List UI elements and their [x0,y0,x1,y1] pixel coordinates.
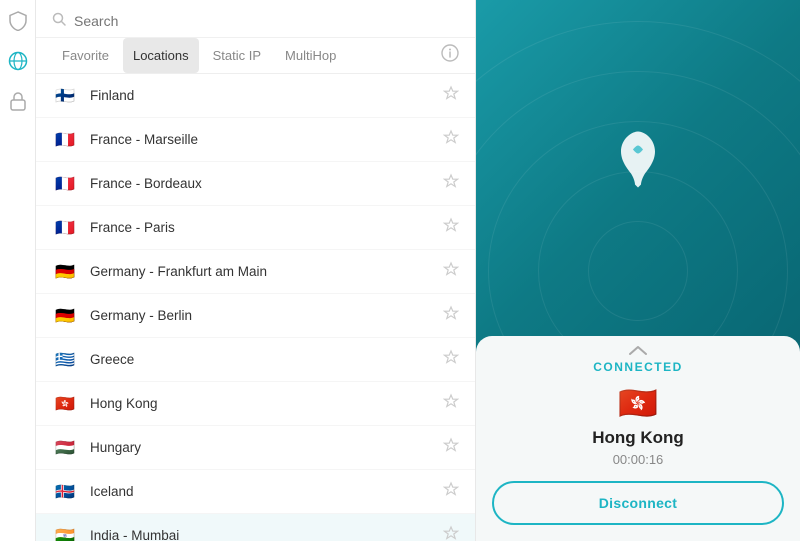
list-item[interactable]: 🇬🇷 Greece [36,338,475,382]
flag-icon: 🇩🇪 [52,263,78,281]
location-name: Iceland [90,484,443,499]
location-name: Hong Kong [90,396,443,411]
globe-icon[interactable] [7,50,29,72]
list-item[interactable]: 🇫🇷 France - Bordeaux [36,162,475,206]
location-list: 🇫🇮 Finland 🇫🇷 France - Marseille 🇫🇷 France - … [36,74,475,541]
tab-static-ip[interactable]: Static IP [203,38,271,73]
list-item[interactable]: 🇫🇮 Finland [36,74,475,118]
list-item[interactable]: 🇩🇪 Germany - Berlin [36,294,475,338]
connected-card: CONNECTED 🇭🇰 Hong Kong 00:00:16 Disconne… [476,336,800,541]
flag-icon: 🇮🇸 [52,483,78,501]
chevron-up-icon[interactable] [476,336,800,360]
info-icon[interactable] [441,44,459,67]
flag-icon: 🇭🇺 [52,439,78,457]
flag-icon: 🇫🇷 [52,175,78,193]
favorite-star-icon[interactable] [443,217,459,238]
connected-flag: 🇭🇰 [618,384,658,422]
favorite-star-icon[interactable] [443,481,459,502]
tab-multihop[interactable]: MultiHop [275,38,346,73]
shield-icon[interactable] [7,10,29,32]
favorite-star-icon[interactable] [443,173,459,194]
list-item[interactable]: 🇭🇺 Hungary [36,426,475,470]
flag-icon: 🇩🇪 [52,307,78,325]
favorite-star-icon[interactable] [443,525,459,541]
flag-icon: 🇮🇳 [52,527,78,541]
flag-icon: 🇫🇷 [52,131,78,149]
location-name: Finland [90,88,443,103]
tabs: Favorite Locations Static IP MultiHop [36,38,475,74]
search-input[interactable] [74,13,459,29]
disconnect-button[interactable]: Disconnect [492,481,784,525]
favorite-star-icon[interactable] [443,85,459,106]
flag-icon: 🇫🇷 [52,219,78,237]
lock-icon[interactable] [7,90,29,112]
flag-icon: 🇬🇷 [52,351,78,369]
location-name: Greece [90,352,443,367]
right-panel: CONNECTED 🇭🇰 Hong Kong 00:00:16 Disconne… [476,0,800,541]
location-name: Germany - Frankfurt am Main [90,264,443,279]
location-name: Hungary [90,440,443,455]
list-item[interactable]: 🇭🇰 Hong Kong [36,382,475,426]
favorite-star-icon[interactable] [443,261,459,282]
search-icon [52,12,66,29]
connected-time: 00:00:16 [613,452,664,467]
favorite-star-icon[interactable] [443,349,459,370]
location-name: France - Bordeaux [90,176,443,191]
list-item[interactable]: 🇫🇷 France - Paris [36,206,475,250]
favorite-star-icon[interactable] [443,437,459,458]
location-name: France - Paris [90,220,443,235]
location-name: India - Mumbai [90,528,443,541]
search-bar [36,0,475,38]
favorite-star-icon[interactable] [443,305,459,326]
favorite-star-icon[interactable] [443,393,459,414]
list-item[interactable]: 🇩🇪 Germany - Frankfurt am Main [36,250,475,294]
tab-locations[interactable]: Locations [123,38,199,73]
flag-icon: 🇭🇰 [52,395,78,413]
list-item[interactable]: 🇮🇳 India - Mumbai [36,514,475,541]
sidebar [0,0,36,541]
location-name: Germany - Berlin [90,308,443,323]
flag-icon: 🇫🇮 [52,87,78,105]
list-item[interactable]: 🇮🇸 Iceland [36,470,475,514]
location-panel: Favorite Locations Static IP MultiHop 🇫🇮… [36,0,476,541]
favorite-star-icon[interactable] [443,129,459,150]
connected-status: CONNECTED [593,360,683,374]
tab-favorite[interactable]: Favorite [52,38,119,73]
surfshark-logo [613,130,663,195]
list-item[interactable]: 🇫🇷 France - Marseille [36,118,475,162]
location-name: France - Marseille [90,132,443,147]
connected-country: Hong Kong [592,428,684,448]
